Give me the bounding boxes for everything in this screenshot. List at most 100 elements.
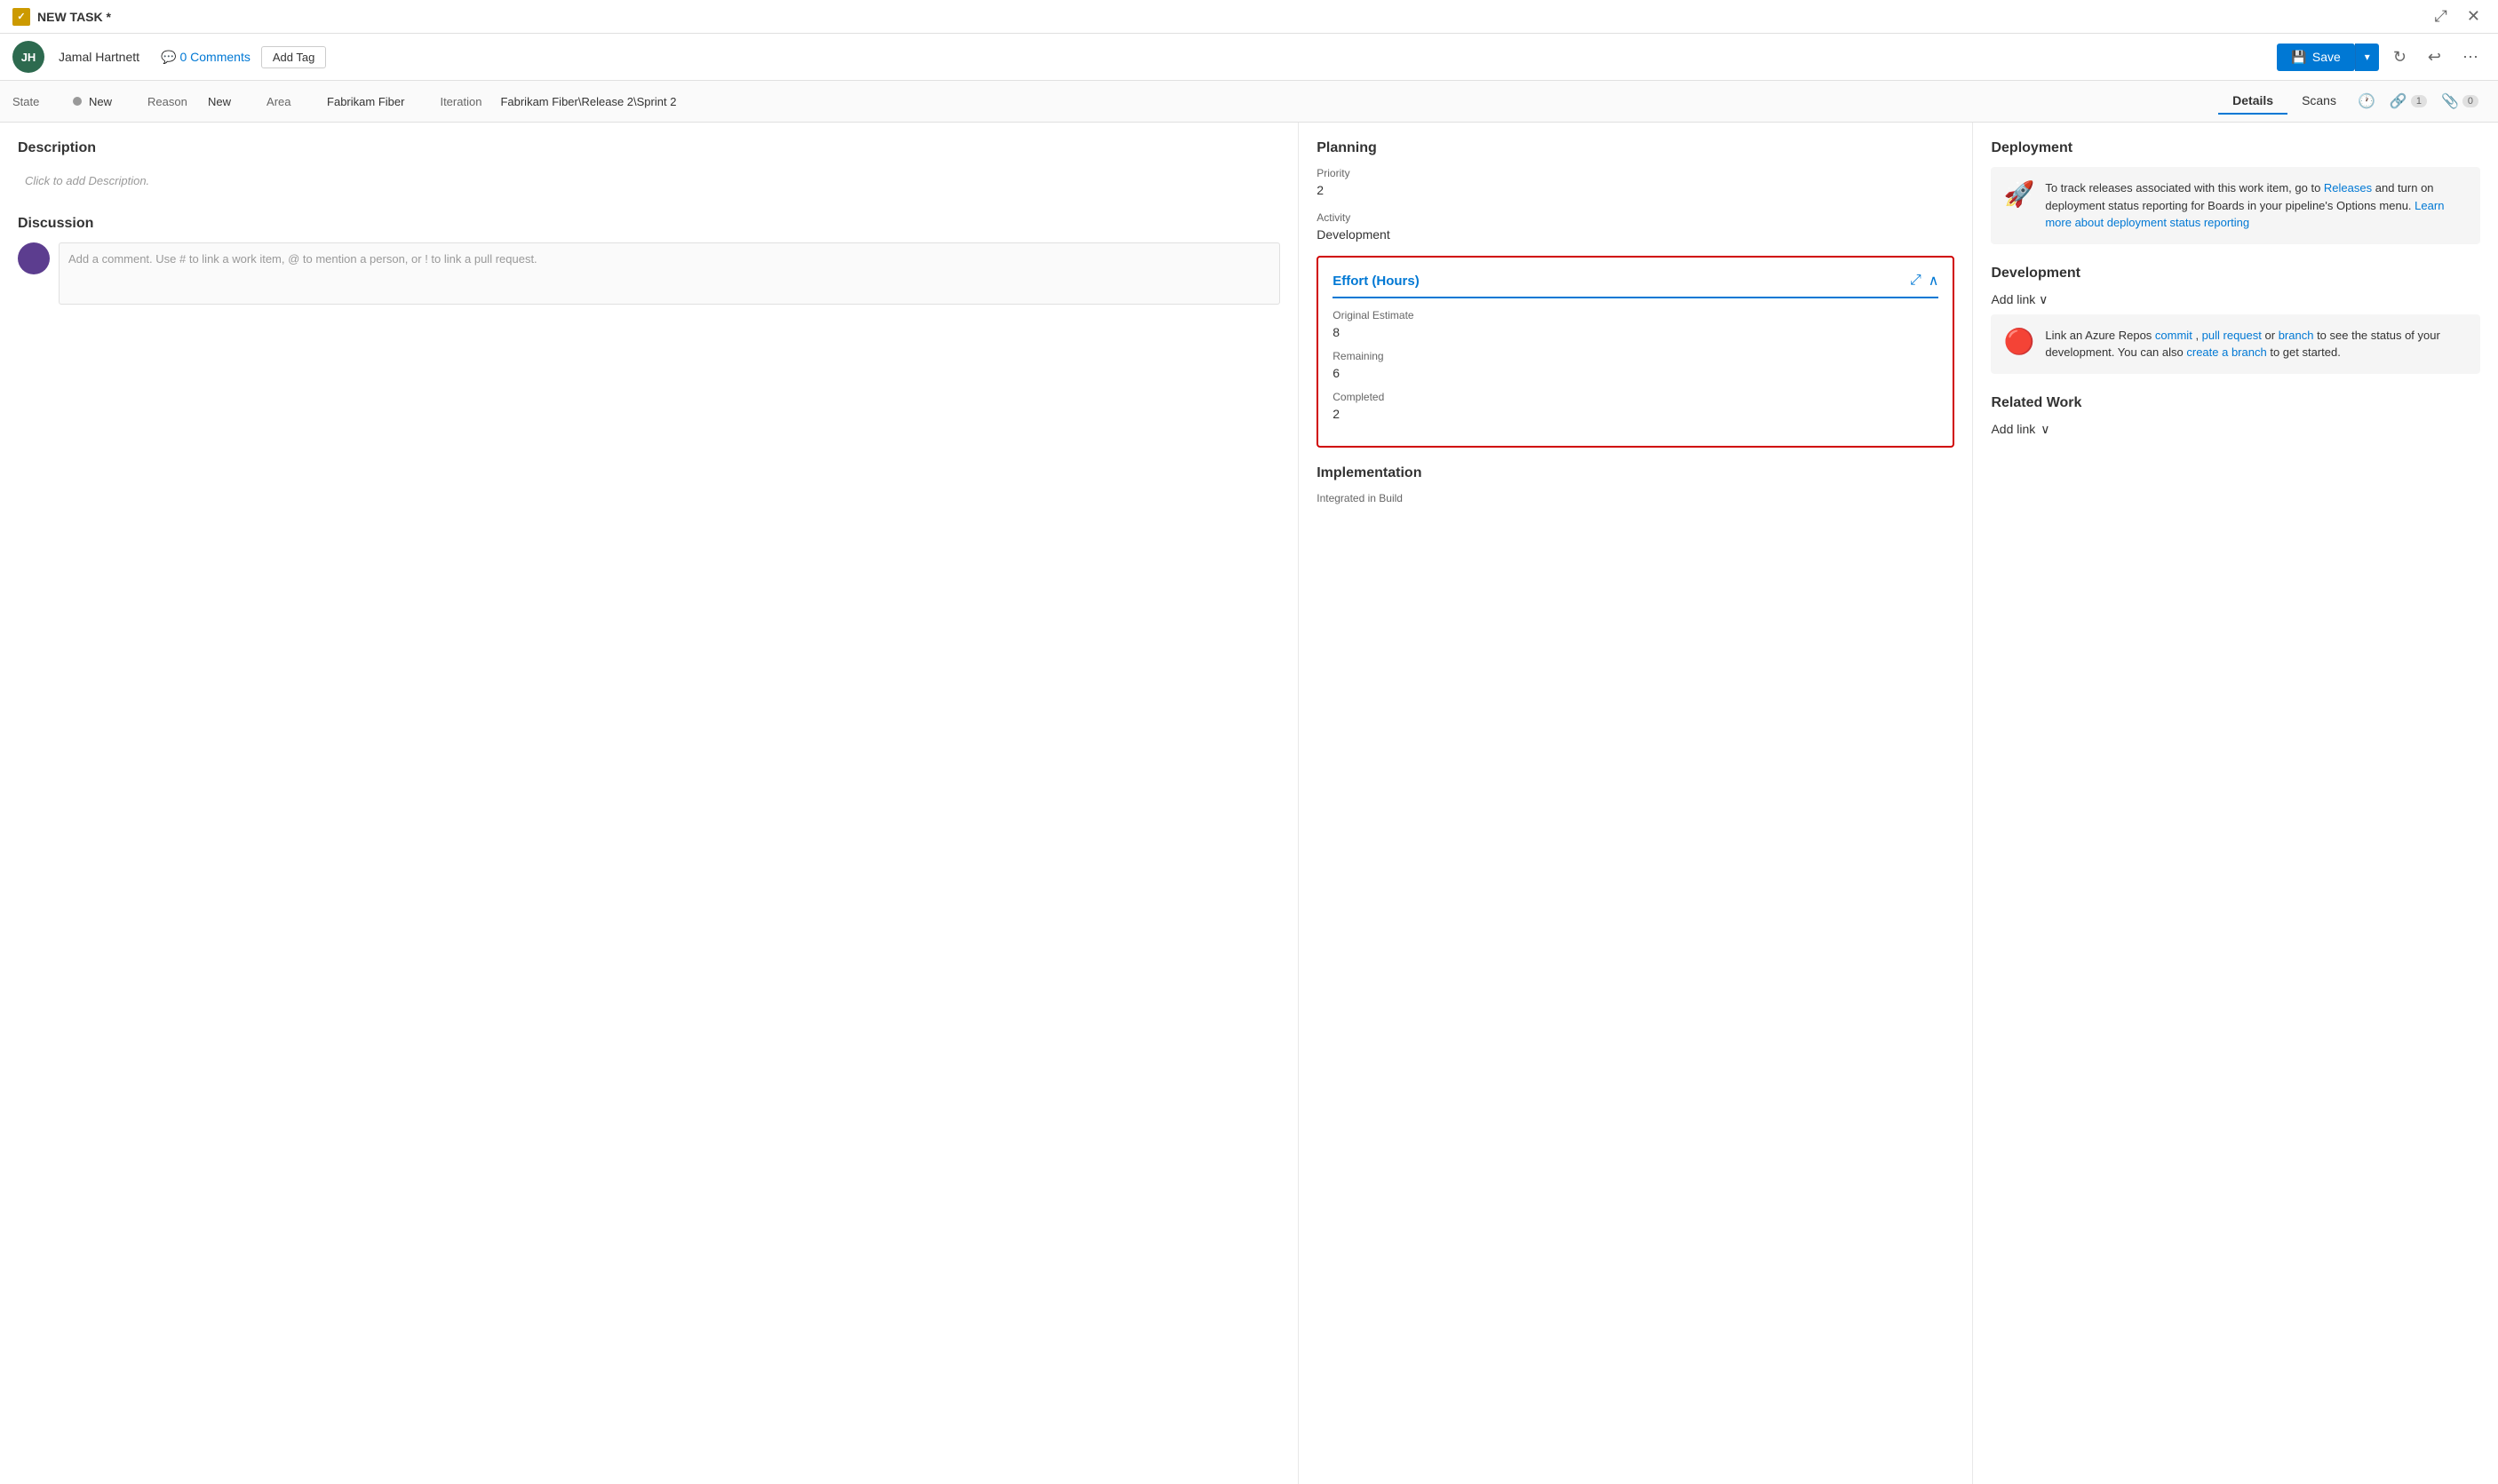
development-card: 🔴 Link an Azure Repos commit , pull requ… <box>1991 314 2480 374</box>
effort-expand-button[interactable]: ⤢ <box>1910 273 1921 289</box>
remaining-label: Remaining <box>1333 350 1938 362</box>
remaining-value[interactable]: 6 <box>1333 366 1938 380</box>
activity-value[interactable]: Development <box>1317 227 1954 242</box>
pull-request-link[interactable]: pull request <box>2202 329 2262 342</box>
author-actions: 💬 0 Comments Add Tag <box>161 46 326 68</box>
deployment-text: To track releases associated with this w… <box>2045 179 2468 232</box>
save-dropdown-button[interactable]: ▾ <box>2355 44 2379 71</box>
left-panel: Description Click to add Description. Di… <box>0 123 1299 1484</box>
save-group: 💾 Save ▾ <box>2277 44 2378 71</box>
discussion-avatar <box>18 242 50 274</box>
description-title: Description <box>18 140 1280 156</box>
deployment-card: 🚀 To track releases associated with this… <box>1991 167 2480 244</box>
links-badge: 1 <box>2411 95 2427 107</box>
completed-label: Completed <box>1333 391 1938 403</box>
effort-header: Effort (Hours) ⤢ ∧ <box>1333 272 1938 298</box>
comments-link[interactable]: 💬 0 Comments <box>161 50 251 65</box>
original-estimate-label: Original Estimate <box>1333 309 1938 321</box>
effort-collapse-button[interactable]: ∧ <box>1929 272 1939 290</box>
right-panel: Deployment 🚀 To track releases associate… <box>1973 123 2498 1484</box>
related-add-link[interactable]: Add link ∨ <box>1991 422 2480 437</box>
comment-icon: 💬 <box>161 50 176 65</box>
middle-panel: Planning Priority 2 Activity Development… <box>1299 123 1973 1484</box>
development-title: Development <box>1991 266 2480 282</box>
activity-field: Activity Development <box>1317 211 1954 242</box>
state-dot <box>73 97 82 106</box>
development-icon: 🔴 <box>2003 327 2034 356</box>
state-bar: State New Reason New Area Fabrikam Fiber… <box>0 81 2498 123</box>
page-title: NEW TASK * <box>37 10 111 24</box>
completed-value[interactable]: 2 <box>1333 407 1938 421</box>
history-button[interactable]: 🕐 <box>2351 89 2383 114</box>
planning-title: Planning <box>1317 140 1954 156</box>
effort-box: Effort (Hours) ⤢ ∧ Original Estimate 8 R… <box>1317 256 1954 448</box>
header-actions: 💾 Save ▾ ↻ ↩ ⋯ <box>2277 44 2486 71</box>
iteration-value[interactable]: Fabrikam Fiber\Release 2\Sprint 2 <box>500 95 676 108</box>
author-bar: JH Jamal Hartnett 💬 0 Comments Add Tag 💾… <box>0 34 2498 81</box>
development-section: Development Add link ∨ 🔴 Link an Azure R… <box>1991 266 2480 374</box>
priority-label: Priority <box>1317 167 1954 179</box>
state-field: State New <box>12 95 112 108</box>
activity-label: Activity <box>1317 211 1954 224</box>
avatar: JH <box>12 41 44 73</box>
branch-link[interactable]: branch <box>2279 329 2314 342</box>
tab-scans[interactable]: Scans <box>2287 88 2351 115</box>
area-field: Area Fabrikam Fiber <box>267 95 404 108</box>
related-work-section: Related Work Add link ∨ <box>1991 395 2480 437</box>
main-content: Description Click to add Description. Di… <box>0 123 2498 1484</box>
title-bar: ✓ NEW TASK * ⤢ ✕ <box>0 0 2498 34</box>
commit-link[interactable]: commit <box>2155 329 2192 342</box>
add-link-button[interactable]: Add link ∨ <box>1991 292 2480 307</box>
effort-icons: ⤢ ∧ <box>1910 272 1939 290</box>
chevron-down-icon: ∨ <box>2041 422 2049 437</box>
task-icon: ✓ <box>12 8 30 26</box>
completed-field: Completed 2 <box>1333 391 1938 421</box>
attachments-button[interactable]: 📎 0 <box>2434 89 2486 114</box>
add-tag-button[interactable]: Add Tag <box>261 46 326 68</box>
attachment-icon: 📎 <box>2441 92 2459 110</box>
discussion-input-area: Add a comment. Use # to link a work item… <box>18 242 1280 305</box>
state-value[interactable]: New <box>89 95 112 108</box>
priority-field: Priority 2 <box>1317 167 1954 197</box>
discussion-title: Discussion <box>18 216 1280 232</box>
reason-field: Reason New <box>147 95 231 108</box>
area-label: Area <box>267 95 320 108</box>
undo-button[interactable]: ↩ <box>2421 44 2448 70</box>
effort-title: Effort (Hours) <box>1333 274 1420 289</box>
author-name: Jamal Hartnett <box>59 50 139 64</box>
state-label: State <box>12 95 66 108</box>
title-bar-left: ✓ NEW TASK * <box>12 8 111 26</box>
development-text: Link an Azure Repos commit , pull reques… <box>2045 327 2468 361</box>
integrated-build-label: Integrated in Build <box>1317 492 1954 504</box>
deployment-section: Deployment 🚀 To track releases associate… <box>1991 140 2480 244</box>
maximize-button[interactable]: ⤢ <box>2430 5 2453 28</box>
remaining-field: Remaining 6 <box>1333 350 1938 380</box>
tab-details[interactable]: Details <box>2218 88 2287 115</box>
tabs: Details Scans 🕐 🔗 1 📎 0 <box>2218 88 2486 115</box>
releases-link[interactable]: Releases <box>2324 181 2372 194</box>
refresh-button[interactable]: ↻ <box>2386 44 2414 70</box>
implementation-title: Implementation <box>1317 465 1954 481</box>
comment-input[interactable]: Add a comment. Use # to link a work item… <box>59 242 1280 305</box>
links-button[interactable]: 🔗 1 <box>2383 89 2434 114</box>
create-branch-link[interactable]: create a branch <box>2186 345 2266 359</box>
reason-value[interactable]: New <box>208 95 231 108</box>
link-icon: 🔗 <box>2390 92 2407 110</box>
original-estimate-field: Original Estimate 8 <box>1333 309 1938 339</box>
description-input[interactable]: Click to add Description. <box>18 167 1280 194</box>
save-button[interactable]: 💾 Save <box>2277 44 2354 71</box>
iteration-label: Iteration <box>440 95 493 108</box>
area-value[interactable]: Fabrikam Fiber <box>327 95 404 108</box>
iteration-field: Iteration Fabrikam Fiber\Release 2\Sprin… <box>440 95 676 108</box>
related-work-title: Related Work <box>1991 395 2480 411</box>
save-icon: 💾 <box>2291 50 2306 65</box>
deployment-title: Deployment <box>1991 140 2480 156</box>
original-estimate-value[interactable]: 8 <box>1333 325 1938 339</box>
attachments-badge: 0 <box>2462 95 2478 107</box>
discussion-section: Discussion Add a comment. Use # to link … <box>18 216 1280 305</box>
deployment-icon: 🚀 <box>2003 179 2034 209</box>
close-button[interactable]: ✕ <box>2462 5 2486 28</box>
title-bar-right: ⤢ ✕ <box>2430 5 2486 28</box>
priority-value[interactable]: 2 <box>1317 183 1954 197</box>
more-options-button[interactable]: ⋯ <box>2455 44 2486 70</box>
